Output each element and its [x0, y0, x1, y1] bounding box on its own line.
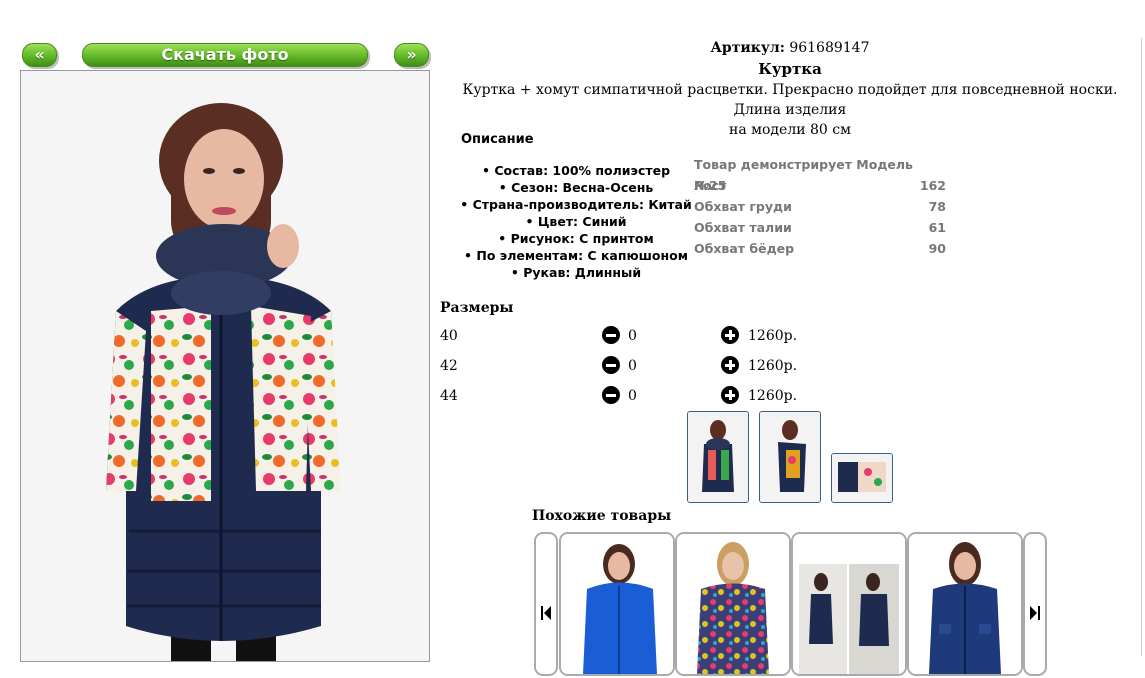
plus-icon[interactable] — [721, 386, 739, 404]
measure-label: Рост — [694, 178, 727, 193]
product-description: Куртка + хомут симпатичной расцветки. Пр… — [440, 80, 1140, 140]
measure-value: 61 — [928, 220, 946, 235]
similar-product-card[interactable] — [559, 532, 675, 676]
description-line-2: на модели 80 см — [728, 122, 852, 138]
article-value: 961689147 — [789, 40, 870, 56]
size-value: 42 — [440, 358, 458, 374]
specs-list: Состав: 100% полиэстер Сезон: Весна-Осен… — [458, 162, 694, 281]
quantity-value: 0 — [628, 328, 637, 344]
download-photo-button[interactable]: Скачать фото — [82, 43, 368, 67]
thumbnail-image — [832, 454, 892, 502]
similar-heading: Похожие товары — [532, 508, 672, 524]
size-row: 44 0 1260р. — [440, 384, 800, 408]
minus-icon[interactable] — [602, 326, 620, 344]
similar-product-card[interactable] — [907, 532, 1023, 676]
spec-item: Страна-производитель: Китай — [458, 196, 694, 213]
measure-row: Обхват талии 61 — [694, 217, 946, 238]
measure-label: Обхват груди — [694, 199, 792, 214]
thumbnail-side[interactable] — [759, 411, 821, 503]
plus-icon[interactable] — [721, 326, 739, 344]
measure-value: 162 — [919, 178, 946, 193]
specs-heading: Описание — [461, 132, 534, 147]
next-photo-button[interactable]: » — [394, 43, 429, 67]
spec-item: Сезон: Весна-Осень — [458, 179, 694, 196]
sizes-heading: Размеры — [440, 300, 514, 316]
spec-item: Рукав: Длинный — [458, 264, 694, 281]
similar-next-button[interactable] — [1023, 532, 1047, 676]
size-row: 42 0 1260р. — [440, 354, 800, 378]
price-value: 1260р. — [748, 328, 798, 344]
measure-row: Рост 162 — [694, 175, 946, 196]
minus-icon[interactable] — [602, 356, 620, 374]
measure-label: Обхват талии — [694, 220, 792, 235]
quantity-value: 0 — [628, 388, 637, 404]
skip-prev-icon — [541, 606, 551, 620]
measure-label: Обхват бёдер — [694, 241, 795, 256]
model-measurements: Товар демонстрирует Модель №25 Рост 162 О… — [694, 154, 946, 259]
prev-photo-button[interactable]: « — [22, 43, 57, 67]
minus-icon[interactable] — [602, 386, 620, 404]
similar-product-card[interactable] — [791, 532, 907, 676]
size-value: 40 — [440, 328, 458, 344]
article-label: Артикул: — [710, 40, 785, 56]
size-row: 40 0 1260р. — [440, 324, 800, 348]
spec-item: Состав: 100% полиэстер — [458, 162, 694, 179]
similar-product-image — [909, 534, 1021, 674]
price-value: 1260р. — [748, 388, 798, 404]
description-line-1: Куртка + хомут симпатичной расцветки. Пр… — [462, 82, 1118, 118]
divider — [1141, 38, 1142, 656]
thumbnail-front[interactable] — [687, 411, 749, 503]
spec-item: Цвет: Синий — [458, 213, 694, 230]
thumbnail-detail[interactable] — [831, 453, 893, 503]
similar-product-image — [561, 534, 673, 674]
product-title: Куртка — [758, 60, 822, 78]
similar-product-image — [677, 534, 789, 674]
main-product-photo[interactable] — [20, 70, 430, 662]
measure-value: 78 — [928, 199, 946, 214]
price-value: 1260р. — [748, 358, 798, 374]
model-jacket-image — [21, 71, 429, 661]
similar-prev-button[interactable] — [534, 532, 558, 676]
measure-row: Обхват груди 78 — [694, 196, 946, 217]
similar-product-image — [793, 534, 905, 674]
quantity-value: 0 — [628, 358, 637, 374]
skip-next-icon — [1030, 606, 1040, 620]
thumbnail-image — [688, 412, 748, 502]
thumbnail-image — [760, 412, 820, 502]
size-value: 44 — [440, 388, 458, 404]
similar-product-card[interactable] — [675, 532, 791, 676]
measure-row: Обхват бёдер 90 — [694, 238, 946, 259]
plus-icon[interactable] — [721, 356, 739, 374]
spec-item: Рисунок: С принтом — [458, 230, 694, 247]
spec-item: По элементам: С капюшоном — [458, 247, 694, 264]
measure-value: 90 — [928, 241, 946, 256]
model-title: Товар демонстрирует Модель №25 — [694, 157, 913, 193]
